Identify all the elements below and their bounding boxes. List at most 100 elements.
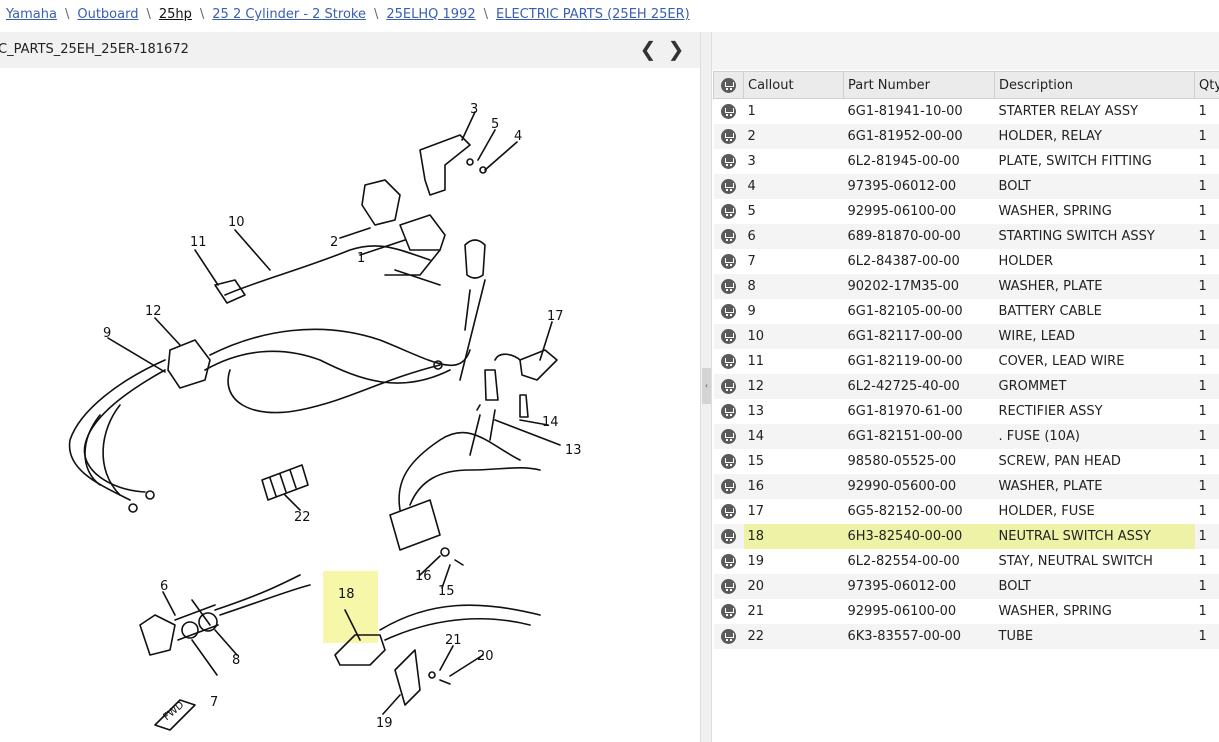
diagram-callout-11[interactable]: 11	[190, 235, 207, 250]
diagram-callout-5[interactable]: 5	[491, 117, 499, 132]
table-row[interactable]: 1 6G1-81941-10-00 STARTER RELAY ASSY 1	[714, 99, 1219, 125]
breadcrumb-link[interactable]: Yamaha	[6, 7, 57, 22]
diagram-callout-8[interactable]: 8	[232, 653, 240, 668]
add-to-cart-button[interactable]	[714, 349, 744, 374]
table-row[interactable]: 7 6L2-84387-00-00 HOLDER 1	[714, 249, 1219, 274]
add-to-cart-button[interactable]	[714, 149, 744, 174]
add-to-cart-button[interactable]	[713, 224, 744, 249]
column-header-qty[interactable]: Qty	[1194, 71, 1219, 99]
add-to-cart-button[interactable]	[713, 274, 744, 299]
table-row[interactable]: 6 689-81870-00-00 STARTING SWITCH ASSY 1	[713, 224, 1219, 249]
table-row[interactable]: 18 6H3-82540-00-00 NEUTRAL SWITCH ASSY 1	[713, 524, 1219, 549]
add-to-cart-button[interactable]	[713, 574, 744, 599]
add-to-cart-button[interactable]	[713, 424, 744, 449]
add-to-cart-button[interactable]	[714, 399, 744, 424]
table-row[interactable]: 22 6K3-83557-00-00 TUBE 1	[713, 624, 1219, 649]
add-to-cart-button[interactable]	[713, 124, 744, 149]
column-header-callout[interactable]: Callout	[743, 71, 844, 99]
collapse-handle-icon[interactable]: ‹	[702, 368, 711, 404]
diagram-callout-21[interactable]: 21	[445, 633, 462, 648]
table-row[interactable]: 3 6L2-81945-00-00 PLATE, SWITCH FITTING 1	[714, 149, 1219, 174]
table-row[interactable]: 8 90202-17M35-00 WASHER, PLATE 1	[713, 274, 1219, 299]
table-row[interactable]: 17 6G5-82152-00-00 HOLDER, FUSE 1	[714, 499, 1219, 524]
cart-icon	[721, 529, 736, 544]
callout-cell: 3	[747, 154, 756, 169]
breadcrumb-link[interactable]: 25ELHQ 1992	[386, 7, 475, 22]
breadcrumb: Yamaha \ Outboard \ 25hp \ 25 2 Cylinder - 2 S…	[0, 0, 1219, 32]
add-to-cart-button[interactable]	[714, 499, 744, 524]
add-to-cart-button[interactable]	[714, 249, 744, 274]
table-row[interactable]: 10 6G1-82117-00-00 WIRE, LEAD 1	[713, 324, 1219, 349]
diagram-callout-15[interactable]: 15	[438, 584, 455, 599]
add-to-cart-button[interactable]	[714, 199, 744, 224]
diagram-callout-20[interactable]: 20	[477, 649, 494, 664]
column-header-part-number[interactable]: Part Number	[843, 71, 995, 99]
add-to-cart-button[interactable]	[714, 99, 744, 125]
qty-cell: 1	[1194, 574, 1219, 599]
diagram-callout-9[interactable]: 9	[103, 326, 111, 341]
diagram-callout-18[interactable]: 18	[338, 587, 355, 602]
diagram-callout-6[interactable]: 6	[160, 579, 168, 594]
table-row[interactable]: 16 92990-05600-00 WASHER, PLATE 1	[713, 474, 1219, 499]
lead-wire-cover	[214, 279, 246, 304]
next-diagram-button[interactable]: ❯	[665, 38, 687, 62]
diagram-callout-10[interactable]: 10	[228, 215, 245, 230]
diagram-callout-1[interactable]: 1	[357, 251, 365, 266]
cart-icon	[721, 429, 736, 444]
diagram-callout-22[interactable]: 22	[294, 510, 311, 525]
breadcrumb-link[interactable]: 25hp	[159, 7, 192, 22]
cart-icon	[721, 379, 736, 394]
table-row[interactable]: 12 6L2-42725-40-00 GROMMET 1	[713, 374, 1219, 399]
callout-cell: 9	[747, 304, 756, 319]
parts-table: Callout Part Number Description Qty 1 6G1…	[713, 71, 1219, 649]
add-to-cart-button[interactable]	[713, 324, 744, 349]
diagram-callout-12[interactable]: 12	[145, 304, 162, 319]
add-to-cart-button[interactable]	[714, 449, 744, 474]
diagram-callout-17[interactable]: 17	[547, 309, 564, 324]
diagram-callout-2[interactable]: 2	[330, 235, 338, 250]
diagram-callout-3[interactable]: 3	[470, 102, 478, 117]
add-to-cart-button[interactable]	[713, 524, 744, 549]
diagram-callout-13[interactable]: 13	[565, 443, 582, 458]
panel-splitter[interactable]: ‹	[700, 32, 712, 742]
table-row[interactable]: 2 6G1-81952-00-00 HOLDER, RELAY 1	[713, 124, 1219, 149]
table-row[interactable]: 5 92995-06100-00 WASHER, SPRING 1	[714, 199, 1219, 224]
diagram-callout-16[interactable]: 16	[415, 569, 432, 584]
add-to-cart-button[interactable]	[713, 174, 744, 199]
grommet	[167, 339, 211, 389]
cable-boot	[464, 239, 486, 279]
diagram-callout-7[interactable]: 7	[210, 695, 218, 710]
breadcrumb-link[interactable]: Outboard	[77, 7, 138, 22]
prev-diagram-button[interactable]: ❮	[637, 38, 659, 62]
parts-diagram[interactable]: 1 2 3 4 5 6 7 8 9 10 11 12 13 14 15 16 17 18 19 20 21 22 FWD	[0, 68, 700, 742]
table-row[interactable]: 14 6G1-82151-00-00. FUSE (10A) 1	[713, 424, 1219, 449]
table-row[interactable]: 20 97395-06012-00 BOLT 1	[713, 574, 1219, 599]
table-row[interactable]: 13 6G1-81970-61-00 RECTIFIER ASSY 1	[714, 399, 1219, 424]
description-cell: BATTERY CABLE	[998, 304, 1102, 319]
table-row[interactable]: 9 6G1-82105-00-00 BATTERY CABLE 1	[714, 299, 1219, 324]
add-to-cart-button[interactable]	[714, 549, 744, 574]
add-to-cart-button[interactable]	[714, 299, 744, 324]
diagram-callout-4[interactable]: 4	[514, 129, 522, 144]
breadcrumb-separator: \	[373, 7, 379, 22]
table-row[interactable]: 19 6L2-82554-00-00 STAY, NEUTRAL SWITCH 1	[714, 549, 1219, 574]
qty-cell: 1	[1198, 554, 1207, 569]
table-row[interactable]: 21 92995-06100-00 WASHER, SPRING 1	[714, 599, 1219, 624]
table-row[interactable]: 15 98580-05525-00 SCREW, PAN HEAD 1	[714, 449, 1219, 474]
add-to-cart-button[interactable]	[713, 374, 744, 399]
add-to-cart-button[interactable]	[713, 624, 744, 649]
qty-cell: 1	[1198, 604, 1207, 619]
cart-icon	[721, 279, 736, 294]
diagram-header: C_PARTS_25EH_25ER-181672 ❮ ❯	[0, 32, 700, 68]
diagram-callout-19[interactable]: 19	[376, 716, 393, 731]
table-row[interactable]: 11 6G1-82119-00-00 COVER, LEAD WIRE 1	[714, 349, 1219, 374]
add-to-cart-button[interactable]	[714, 599, 744, 624]
breadcrumb-link[interactable]: 25 2 Cylinder - 2 Stroke	[212, 7, 366, 22]
add-to-cart-button[interactable]	[713, 474, 744, 499]
diagram-callout-14[interactable]: 14	[542, 415, 559, 430]
column-header-description[interactable]: Description	[994, 71, 1195, 99]
table-row[interactable]: 4 97395-06012-00 BOLT 1	[713, 174, 1219, 199]
breadcrumb-link[interactable]: ELECTRIC PARTS (25EH 25ER)	[496, 7, 690, 22]
callout-cell: 14	[743, 424, 844, 449]
qty-cell: 1	[1198, 154, 1207, 169]
